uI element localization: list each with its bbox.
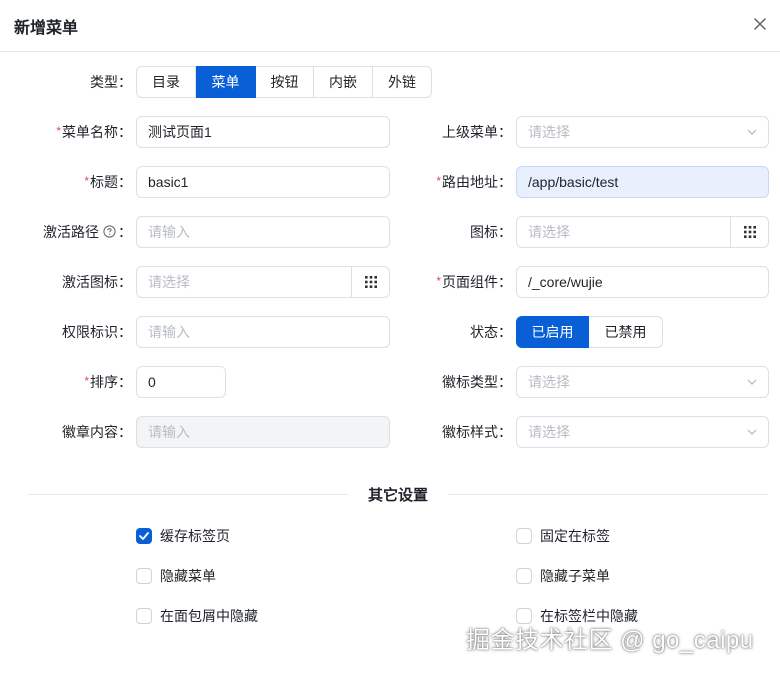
hide-children-checkbox[interactable]: 隐藏子菜单 bbox=[516, 566, 610, 586]
active-path-input[interactable]: 请输入 bbox=[136, 216, 390, 248]
badge-type-select[interactable]: 请选择 bbox=[516, 366, 769, 398]
chevron-down-icon bbox=[747, 129, 757, 135]
type-option-directory[interactable]: 目录 bbox=[136, 66, 196, 98]
type-segmented: 目录 菜单 按钮 内嵌 外链 bbox=[136, 66, 432, 98]
check-icon bbox=[136, 528, 152, 544]
other-settings-title: 其它设置 bbox=[367, 487, 428, 504]
help-circle-icon[interactable] bbox=[103, 217, 116, 249]
chevron-down-icon bbox=[747, 379, 757, 385]
dialog-title: 新增菜单 bbox=[14, 20, 79, 37]
hide-menu-checkbox[interactable]: 隐藏菜单 bbox=[136, 566, 216, 586]
title-label: *标题： bbox=[84, 174, 132, 190]
badge-content-label: 徽章内容： bbox=[62, 424, 132, 440]
status-segmented: 已启用 已禁用 bbox=[516, 316, 663, 348]
component-label: *页面组件： bbox=[436, 274, 512, 290]
route-path-label: *路由地址： bbox=[436, 174, 512, 190]
divider-left bbox=[28, 494, 348, 495]
type-option-embedded[interactable]: 内嵌 bbox=[314, 66, 373, 98]
badge-type-label: 徽标类型： bbox=[442, 374, 512, 390]
add-menu-dialog: 新增菜单 类型： 目录 菜单 按钮 内嵌 外链 *菜单名称： 测试页面1 上级菜… bbox=[0, 0, 780, 673]
badge-content-input[interactable]: 请输入 bbox=[136, 416, 390, 448]
divider-right bbox=[448, 494, 768, 495]
icon-label: 图标： bbox=[470, 224, 512, 240]
title-input[interactable]: basic1 bbox=[136, 166, 390, 198]
status-option-disabled[interactable]: 已禁用 bbox=[589, 316, 663, 348]
permission-input[interactable]: 请输入 bbox=[136, 316, 390, 348]
status-option-enabled[interactable]: 已启用 bbox=[516, 316, 589, 348]
active-icon-input[interactable]: 请选择 bbox=[136, 266, 390, 298]
hide-breadcrumb-checkbox[interactable]: 在面包屑中隐藏 bbox=[136, 606, 258, 626]
order-input[interactable]: 0 bbox=[136, 366, 226, 398]
route-path-input[interactable]: /app/basic/test bbox=[516, 166, 769, 198]
order-label: *排序： bbox=[84, 374, 132, 390]
type-option-menu[interactable]: 菜单 bbox=[196, 66, 256, 98]
menu-name-label: *菜单名称： bbox=[56, 124, 132, 140]
parent-menu-label: 上级菜单： bbox=[442, 124, 512, 140]
badge-style-label: 徽标样式： bbox=[442, 424, 512, 440]
status-label: 状态： bbox=[470, 324, 512, 340]
keep-alive-checkbox[interactable]: 缓存标签页 bbox=[136, 526, 230, 546]
type-option-link[interactable]: 外链 bbox=[373, 66, 432, 98]
active-icon-label: 激活图标： bbox=[62, 274, 132, 290]
icon-input[interactable]: 请选择 bbox=[516, 216, 769, 248]
type-option-button[interactable]: 按钮 bbox=[256, 66, 314, 98]
close-icon[interactable] bbox=[748, 12, 772, 36]
watermark: 掘金技术社区 @ go_caipu bbox=[466, 627, 754, 654]
component-input[interactable]: /_core/wujie bbox=[516, 266, 769, 298]
badge-style-select[interactable]: 请选择 bbox=[516, 416, 769, 448]
chevron-down-icon bbox=[747, 429, 757, 435]
grid-icon[interactable] bbox=[730, 217, 768, 247]
active-path-label: 激活路径： bbox=[30, 216, 132, 248]
grid-icon[interactable] bbox=[351, 267, 389, 297]
type-label: 类型： bbox=[90, 74, 132, 90]
affix-tab-checkbox[interactable]: 固定在标签 bbox=[516, 526, 610, 546]
dialog-header: 新增菜单 bbox=[0, 0, 780, 52]
menu-name-input[interactable]: 测试页面1 bbox=[136, 116, 390, 148]
parent-menu-select[interactable]: 请选择 bbox=[516, 116, 769, 148]
permission-label: 权限标识： bbox=[62, 324, 132, 340]
